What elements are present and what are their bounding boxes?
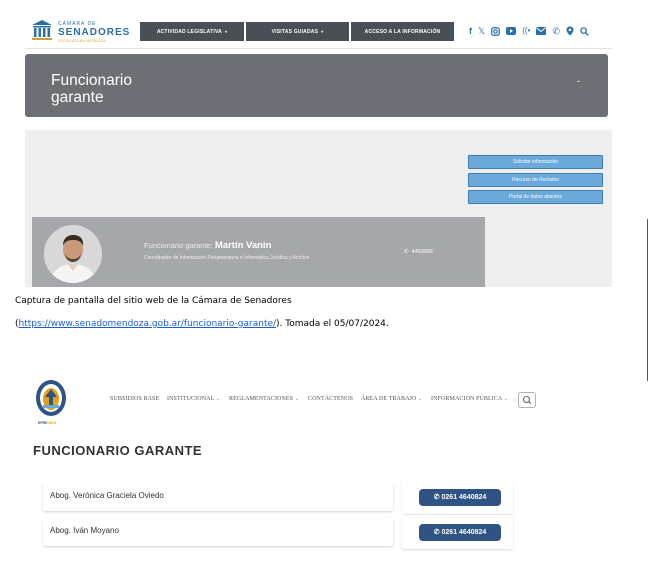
caption-line1: Captura de pantalla del sitio web de la … [15,296,292,306]
nav-reglamentaciones[interactable]: REGLAMENTACIONES ⌄ [229,396,299,402]
chevron-down-icon: ⌄ [418,397,423,402]
caret-down-icon: ▾ [321,29,324,34]
caret-down-icon: ▾ [224,29,228,34]
phone-button[interactable]: ✆ 0261 4640824 [419,524,501,541]
chevron-down-icon: ⌄ [294,397,300,402]
facebook-icon[interactable]: f [469,24,472,38]
funcionario-row: Abog. Iván Moyano [43,518,393,546]
x-icon[interactable]: 𝕏 [478,24,485,38]
phone-box: ✆ 0261 4640824 [402,515,513,549]
mail-icon[interactable] [536,27,547,35]
nav-area-de-trabajo[interactable]: ÁREA DE TRABAJO ⌄ [361,396,422,402]
phone-icon[interactable]: ✆ [552,24,560,38]
chevron-down-icon: ⌄ [503,397,508,402]
senado-header: CÁMARA DE SENADORES LEGISLATURA MENDOZA … [25,15,612,49]
logo-line2: SENADORES [58,27,131,38]
building-pillars-icon [32,20,52,40]
epre-logo-text: EPRE MZA [38,421,57,425]
funcionario-card: Funcionario garante: Martín Vanin Coordi… [32,217,485,287]
nav-institucional[interactable]: INSTITUCIONAL ⌄ [167,396,220,402]
nav-actividad-legislativa[interactable]: ACTIVIDAD LEGISLATIVA ▾ [140,22,244,41]
caption-line2: (https://www.senadomendoza.gob.ar/funcio… [15,319,389,329]
recurso-reclamo-button[interactable]: Recurso de Reclamo [468,173,603,187]
epre-logo[interactable]: EPRE MZA [33,379,69,427]
funcionario-name: Martín Vanin [214,240,272,251]
nav-informacion-publica[interactable]: INFORMACIÓN PÚBLICA ⌄ [431,396,508,402]
senado-logo[interactable]: CÁMARA DE SENADORES LEGISLATURA MENDOZA [31,19,141,45]
search-button[interactable] [518,392,536,408]
avatar [44,225,102,283]
chevron-down-icon: ⌄ [215,397,220,402]
phone-button[interactable]: ✆ 0261 4640824 [419,489,501,506]
search-icon [522,395,532,405]
funcionario-name: Abog. Iván Moyano [50,526,119,535]
social-icons: f 𝕏 ((• ✆ [469,24,589,38]
banner-dash: - [577,76,580,86]
phone-box: ✆ 0261 4640824 [402,480,513,514]
section-title: FUNCIONARIO GARANTE [33,443,203,458]
source-link[interactable]: https://www.senadomendoza.gob.ar/funcion… [19,319,277,329]
funcionario-role: Coordinador de Información Parlamentaria… [144,255,310,261]
epre-shield-icon [36,380,66,416]
portal-datos-abiertos-button[interactable]: Portal de datos abiertos [468,190,603,204]
phone-icon: ✆ [433,494,440,501]
phone-icon: ✆ [433,529,440,536]
divider-line [647,219,648,381]
funcionario-phone[interactable]: ✆ 4493966 [404,249,433,255]
instagram-icon[interactable] [491,26,501,36]
senado-screenshot: CÁMARA DE SENADORES LEGISLATURA MENDOZA … [25,15,612,287]
nav-subsidios-rase[interactable]: SUBSIDIOS RASE [110,396,159,402]
search-icon[interactable] [580,26,589,36]
phone-icon: ✆ [404,249,409,255]
solicitar-informacion-button[interactable]: Solicitar información [468,155,603,169]
page-banner: Funcionario garante - [25,54,608,117]
radio-icon[interactable]: ((• [522,24,530,38]
funcionario-label-line: Funcionario garante: Martín Vanin [144,240,272,251]
nav-acceso-informacion[interactable]: ACCESO A LA INFORMACIÓN [351,22,454,41]
funcionario-name: Abog. Verónica Graciela Oviedo [50,491,164,500]
location-icon[interactable] [566,26,574,36]
logo-line3: LEGISLATURA MENDOZA [58,39,106,43]
youtube-icon[interactable] [506,27,517,35]
funcionario-row: Abog. Verónica Graciela Oviedo [43,483,393,511]
page-title: Funcionario garante [51,72,132,106]
nav-contactenos[interactable]: CONTÁCTENOS [308,396,353,402]
nav-visitas-guiadas[interactable]: VISITAS GUIADAS ▾ [246,22,349,41]
